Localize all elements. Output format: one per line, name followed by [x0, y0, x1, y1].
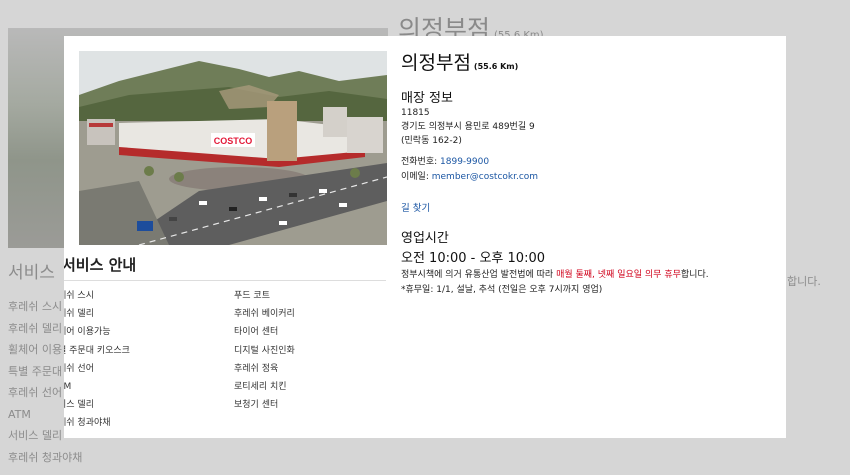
service-item: 후레쉬 베이커리: [234, 309, 295, 320]
closure-notice-highlight: 매월 둘째, 넷째 일요일 의무 휴무: [556, 270, 681, 280]
service-item: 푸드 코트: [234, 291, 270, 301]
closure-notice: 정부시책에 의거 유통산업 발전법에 따라 매월 둘째, 넷째 일요일 의무 휴…: [401, 270, 709, 280]
store-photo: COSTCO: [79, 51, 387, 245]
service-item: 로티세리 치킨: [234, 381, 287, 392]
service-item: 레쉬 청과야채: [64, 418, 111, 429]
address-lot: (민락동 162-2): [401, 136, 462, 146]
list-item: 후레쉬 청과야채: [8, 450, 83, 464]
holiday-notice: *휴무일: 1/1, 설날, 추석 (전일은 오후 7시까지 영업): [401, 285, 603, 295]
store-name-title: 의정부점 (55.6 Km): [401, 52, 519, 74]
store-address: 11815 경기도 의정부시 용민로 489번길 9 (민락동 162-2): [401, 106, 535, 148]
service-item: 별 주문대 키오스크: [64, 345, 130, 356]
service-item: 레쉬 델리: [64, 309, 94, 320]
store-info-heading: 매장 정보: [401, 91, 453, 106]
postal-code: 11815: [401, 108, 430, 118]
phone-label: 전화번호:: [401, 157, 438, 167]
service-item: TM: [64, 381, 72, 392]
business-hours-heading: 영업시간: [401, 231, 449, 246]
costco-sign: COSTCO: [214, 136, 253, 146]
service-item: 보청기 센터: [234, 400, 279, 411]
service-item: 레쉬 선어: [64, 363, 94, 374]
background-services-title: 서비스: [8, 263, 55, 283]
services-section-header: 서비스 안내: [64, 252, 386, 281]
store-distance: (55.6 Km): [473, 62, 519, 71]
service-item: 체어 이용가능: [64, 327, 111, 338]
business-hours: 오전 10:00 - 오후 10:00: [401, 251, 545, 266]
store-detail-modal: COSTCO 서비스 안내 쉬 스시 쉬 델리 어 이용가능 별 주문대 키오스…: [64, 36, 786, 438]
email-link[interactable]: member@costcokr.com: [432, 172, 538, 182]
background-notice-text: 합니다.: [787, 275, 821, 288]
directions-link[interactable]: 길 찾기: [401, 200, 430, 214]
service-item: 후레쉬 정육: [234, 363, 279, 374]
service-item: 디지털 사진인화: [234, 345, 295, 356]
service-item: 타이어 센터: [234, 327, 279, 338]
services-column-right: 푸드 코트 후레쉬 베이커리 타이어 센터 디지털 사진인화 후레쉬 정육 로티…: [234, 287, 295, 414]
services-grid: 레쉬 스시 레쉬 델리 체어 이용가능 별 주문대 키오스크 레쉬 선어 TM …: [64, 287, 386, 437]
address-line: 경기도 의정부시 용민로 489번길 9: [401, 122, 535, 132]
email-label: 이메일:: [401, 172, 429, 182]
services-title: 서비스 안내: [64, 256, 137, 274]
service-item: 비스 델리: [64, 400, 94, 411]
phone-link[interactable]: 1899-9900: [440, 157, 489, 167]
services-column-left: 레쉬 스시 레쉬 델리 체어 이용가능 별 주문대 키오스크 레쉬 선어 TM …: [64, 287, 130, 433]
store-contact: 전화번호: 1899-9900 이메일: member@costcokr.com: [401, 155, 538, 185]
service-item: 레쉬 스시: [64, 291, 94, 301]
